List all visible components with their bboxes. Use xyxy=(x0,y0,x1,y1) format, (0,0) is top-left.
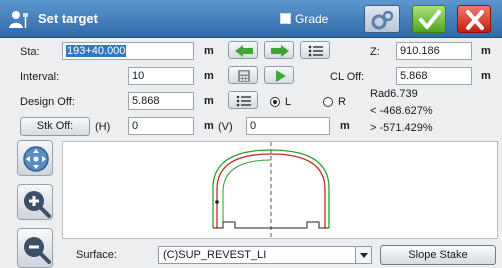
z-value: 910.186 xyxy=(396,42,472,60)
close-icon xyxy=(466,10,484,30)
calculator-icon xyxy=(238,70,250,82)
stk-off-h-label: (H) xyxy=(95,121,111,133)
settings-button[interactable] xyxy=(364,5,400,33)
design-off-list-button[interactable] xyxy=(228,91,258,109)
stk-off-v-label: (V) xyxy=(218,121,233,133)
sta-label: Sta: xyxy=(20,46,40,58)
grade-label: Grade xyxy=(295,12,329,26)
design-off-label: Design Off: xyxy=(20,96,75,108)
cl-off-label: CL Off: xyxy=(330,71,365,83)
cl-off-value: 5.868 xyxy=(396,67,472,85)
design-off-input[interactable]: 5.868 xyxy=(128,92,194,110)
arrow-right-icon xyxy=(271,45,289,57)
surveyor-icon xyxy=(9,11,28,28)
settings-icon xyxy=(371,10,394,30)
zoom-out-icon xyxy=(24,237,51,264)
slope-stake-button[interactable]: Slope Stake xyxy=(380,245,496,265)
ok-button[interactable] xyxy=(412,5,446,33)
surface-label: Surface: xyxy=(76,249,117,261)
close-button[interactable] xyxy=(457,5,491,33)
radius-readout: Rad6.739 xyxy=(370,88,418,100)
zoom-in-icon xyxy=(24,191,51,218)
arrow-left-icon xyxy=(235,45,253,57)
design-profile-outer xyxy=(212,149,330,228)
station-list-button[interactable] xyxy=(300,41,330,59)
pan-icon xyxy=(23,146,49,172)
sta-input[interactable]: 193+40.000 xyxy=(62,42,194,60)
sta-unit: m xyxy=(204,45,214,57)
play-icon xyxy=(276,70,286,82)
grade-checkbox[interactable] xyxy=(280,13,291,24)
left-side-label: L xyxy=(285,96,292,108)
cl-off-unit: m xyxy=(481,70,491,82)
stake-point xyxy=(215,200,219,204)
design-off-unit: m xyxy=(204,95,214,107)
left-side-radio[interactable] xyxy=(270,97,280,107)
right-side-label: R xyxy=(338,96,346,108)
right-side-radio[interactable] xyxy=(323,97,333,107)
next-station-button[interactable] xyxy=(264,41,294,59)
checkmark-icon xyxy=(419,10,441,29)
stk-off-button[interactable]: Stk Off: xyxy=(20,117,90,136)
stk-off-h-input[interactable]: 0 xyxy=(128,117,194,135)
interval-unit: m xyxy=(204,70,214,82)
cross-section-view[interactable] xyxy=(62,141,498,239)
surface-select-value: (C)SUP_REVEST_LI xyxy=(163,249,267,261)
previous-station-button[interactable] xyxy=(228,41,258,59)
list-icon xyxy=(308,45,323,57)
left-slope-readout: < -468.627% xyxy=(370,105,433,117)
pan-button[interactable] xyxy=(17,140,53,176)
stk-off-v-unit: m xyxy=(340,120,350,132)
right-slope-readout: > -571.429% xyxy=(370,122,433,134)
stk-off-h-unit: m xyxy=(204,120,214,132)
tunnel-section-drawing xyxy=(212,142,330,238)
z-unit: m xyxy=(481,45,491,57)
design-profile-inner xyxy=(222,159,272,228)
zoom-out-button[interactable] xyxy=(17,228,53,268)
chevron-down-icon[interactable] xyxy=(355,247,371,263)
calculator-button[interactable] xyxy=(228,66,258,84)
play-button[interactable] xyxy=(264,66,294,84)
window-title: Set target xyxy=(38,11,98,26)
title-bar: Set target Grade xyxy=(0,0,502,38)
surface-row: Surface: (C)SUP_REVEST_LI Slope Stake xyxy=(62,242,498,266)
z-label: Z: xyxy=(370,46,380,58)
stk-off-v-input[interactable]: 0 xyxy=(246,117,330,135)
interval-label: Interval: xyxy=(20,71,60,83)
list-icon xyxy=(236,95,251,107)
surface-select[interactable]: (C)SUP_REVEST_LI xyxy=(158,246,372,264)
zoom-in-button[interactable] xyxy=(17,184,53,220)
interval-input[interactable]: 10 xyxy=(128,67,194,85)
